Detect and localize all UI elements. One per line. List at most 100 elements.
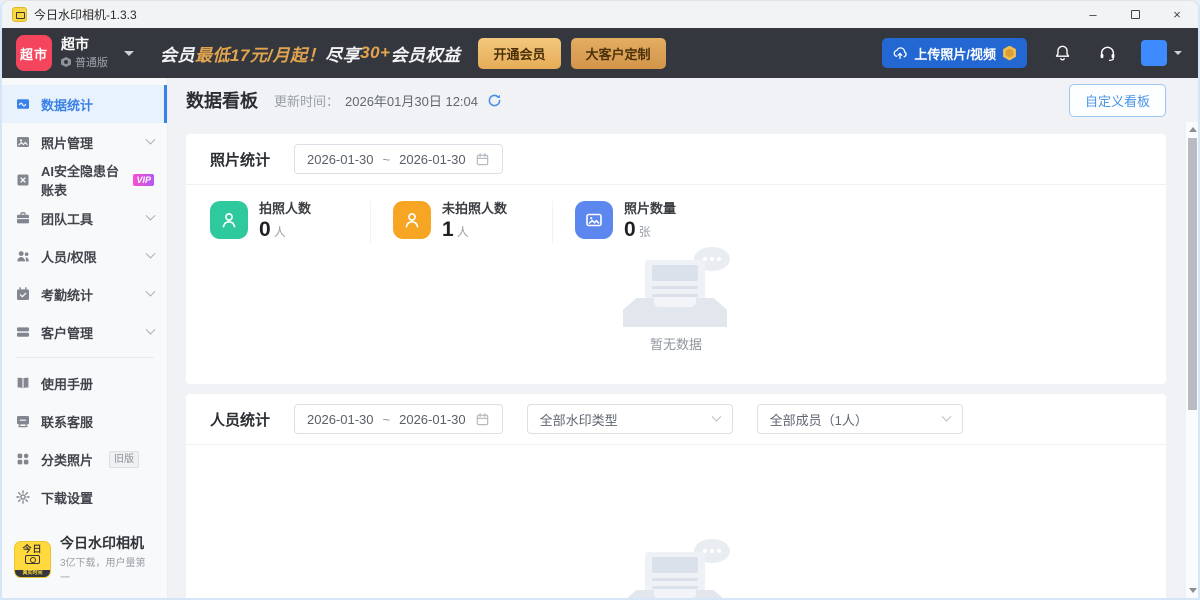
chevron-down-icon [941,411,951,421]
users-icon [15,248,31,264]
main-content: 数据看板 更新时间： 2026年01月30日 12:04 自定义看板 照片统计 … [168,78,1198,598]
date-end: 2026-01-30 [399,152,466,167]
date-range-picker[interactable]: 2026-01-30 ~ 2026-01-30 [294,404,503,434]
customer-support-headset-icon[interactable] [1098,44,1117,63]
stat-label: 拍照人数 [259,201,311,216]
close-button[interactable]: × [1156,1,1198,28]
gear-icon [15,489,31,505]
card-title: 人员统计 [210,409,270,430]
date-separator: ~ [383,152,391,167]
stat-value: 0 [624,218,636,241]
sidebar-item-ai-safety-ledger[interactable]: AI安全隐患台账表 VIP [2,161,167,199]
ai-ledger-icon [15,172,31,188]
top-header: 超市 超市 普通版 会员 最低17元/月起！ 尽享 30+ 会员权益 开通会员 … [2,28,1198,78]
scroll-down-arrow[interactable] [1189,588,1197,593]
stat-photo-count: 照片数量 0张 [552,201,734,243]
upload-photo-video-button[interactable]: 上传照片/视频 [882,38,1027,68]
sidebar-item-team-tools[interactable]: 团队工具 [2,199,167,237]
stat-photographed-people: 拍照人数 0人 [210,201,370,243]
app-tagline: 3亿下载，用户量第一 [60,554,155,584]
customize-dashboard-button[interactable]: 自定义看板 [1069,84,1166,117]
notification-bell-icon[interactable] [1053,44,1072,63]
refresh-icon[interactable] [487,93,502,108]
sidebar-item-label: 考勤统计 [41,285,93,304]
sidebar-item-customer-management[interactable]: 客户管理 [2,313,167,351]
team-switch-caret-icon[interactable] [124,51,134,56]
sidebar-item-contact-support[interactable]: 联系客服 [2,402,167,440]
sidebar-item-photo-management[interactable]: 照片管理 [2,123,167,161]
stat-value: 0 [259,218,271,241]
date-start: 2026-01-30 [307,152,374,167]
calendar-check-icon [15,286,31,302]
banner-text: 尽享 [325,41,360,66]
image-icon [575,201,613,239]
sidebar-item-label: 客户管理 [41,323,93,342]
upload-cloud-icon [892,45,908,61]
enterprise-custom-button[interactable]: 大客户定制 [571,38,666,69]
title-bar: 今日水印相机-1.3.3 – × [2,1,1198,28]
grid-icon [15,451,31,467]
scrollbar-thumb[interactable] [1188,138,1197,410]
chevron-down-icon [146,248,156,258]
user-menu[interactable] [1141,40,1182,66]
sidebar-item-members-permissions[interactable]: 人员/权限 [2,237,167,275]
briefcase-icon [15,210,31,226]
sidebar-item-label: AI安全隐患台账表 [41,161,121,199]
sidebar: 数据统计 照片管理 AI安全隐患台账表 VIP 团队工具 人员/权限 [2,78,168,598]
avatar [1141,40,1167,66]
team-logo[interactable]: 超市 [16,35,52,71]
banner-highlight: 最低17元/月起！ [195,41,325,66]
sidebar-footer: 今日 真实时间 今日水印相机 3亿下载，用户量第一 [2,525,167,598]
coin-icon [1002,46,1017,61]
sidebar-item-label: 分类照片 [41,450,93,469]
dashboard-header: 数据看板 更新时间： 2026年01月30日 12:04 自定义看板 [186,78,1166,122]
chart-wave-icon [15,96,31,112]
sidebar-item-data-stats[interactable]: 数据统计 [2,85,167,123]
stat-not-photographed-people: 未拍照人数 1人 [370,201,552,243]
sidebar-item-label: 联系客服 [41,412,93,431]
date-start: 2026-01-30 [307,412,374,427]
stat-label: 照片数量 [624,201,676,216]
chevron-down-icon [146,210,156,220]
app-name: 今日水印相机 [60,535,155,552]
stat-value: 1 [442,218,454,241]
vip-promo-banner: 会员 最低17元/月起！ 尽享 30+ 会员权益 [160,41,460,66]
banner-highlight: 30+ [360,43,390,63]
sidebar-item-download-settings[interactable]: 下载设置 [2,478,167,516]
sidebar-item-label: 下载设置 [41,488,93,507]
sidebar-divider [15,357,154,358]
stat-unit: 张 [639,225,651,239]
member-select[interactable]: 全部成员（1人） [757,404,963,434]
sidebar-item-classified-photos[interactable]: 分类照片 旧版 [2,440,167,478]
minimize-button[interactable]: – [1072,1,1114,28]
date-end: 2026-01-30 [399,412,466,427]
empty-inbox-illustration [616,247,736,327]
calendar-icon [475,412,490,427]
photo-stats-card: 照片统计 2026-01-30 ~ 2026-01-30 拍照人 [186,134,1166,384]
scroll-up-arrow[interactable] [1189,127,1197,132]
camera-glyph [25,555,40,564]
maximize-button[interactable] [1114,1,1156,28]
sidebar-item-attendance-stats[interactable]: 考勤统计 [2,275,167,313]
sidebar-item-user-manual[interactable]: 使用手册 [2,364,167,402]
sidebar-item-label: 数据统计 [41,95,93,114]
date-range-picker[interactable]: 2026-01-30 ~ 2026-01-30 [294,144,503,174]
team-name: 超市 [61,36,108,52]
chevron-down-icon [711,411,721,421]
chevron-down-icon [146,134,156,144]
sidebar-item-label: 人员/权限 [41,247,97,266]
open-vip-button[interactable]: 开通会员 [478,38,560,69]
select-value: 全部水印类型 [540,410,618,429]
app-logo: 今日 真实时间 [14,541,51,578]
select-value: 全部成员（1人） [770,410,868,429]
chevron-down-icon [146,324,156,334]
calendar-icon [475,152,490,167]
stat-unit: 人 [457,225,469,239]
stat-unit: 人 [274,225,286,239]
plan-badge: 普通版 [75,54,108,70]
empty-text: 暂无数据 [650,334,702,353]
legacy-badge: 旧版 [109,451,139,468]
empty-state [186,539,1166,600]
vip-badge: VIP [133,174,154,186]
watermark-type-select[interactable]: 全部水印类型 [527,404,733,434]
